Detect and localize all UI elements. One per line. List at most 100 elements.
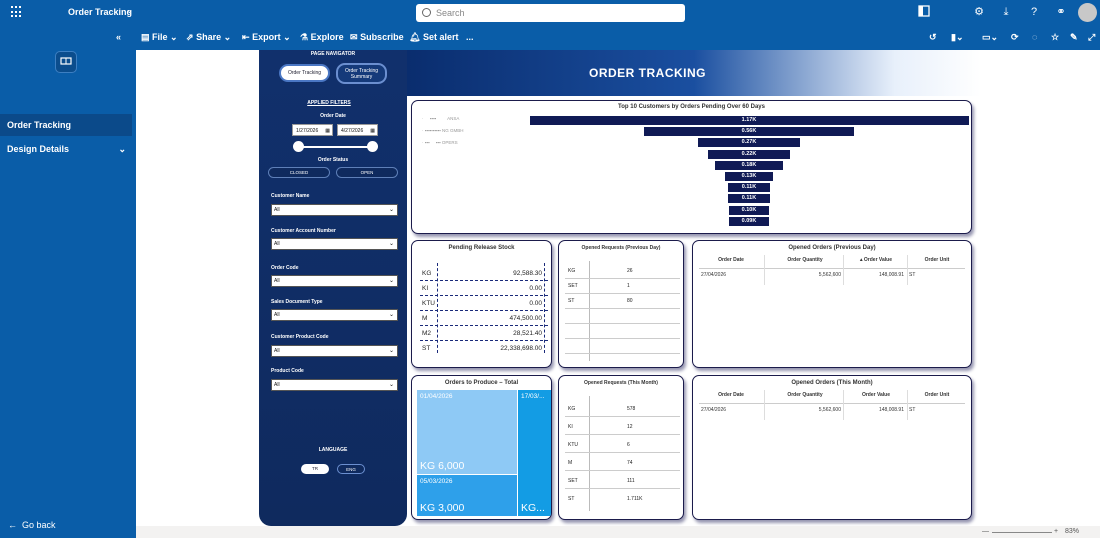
nav-order-tracking-button[interactable]: Order Tracking bbox=[279, 64, 330, 82]
date-slider-start-handle[interactable] bbox=[293, 141, 304, 152]
panel-icon[interactable] bbox=[917, 5, 931, 19]
card-title: Orders to Produce – Total bbox=[444, 380, 519, 386]
table-row bbox=[565, 339, 680, 354]
date-slider-end-handle[interactable] bbox=[367, 141, 378, 152]
funnel-bar[interactable]: 0.18K bbox=[715, 160, 783, 170]
divider bbox=[764, 390, 765, 420]
unit-cell: ST bbox=[568, 298, 575, 304]
funnel-bar[interactable]: 0.27K bbox=[698, 138, 800, 148]
funnel-bar[interactable]: 0.11K bbox=[728, 183, 770, 193]
opened-orders-month-card[interactable]: Opened Orders (This Month) Order Date Or… bbox=[692, 375, 972, 520]
help-icon[interactable]: ? bbox=[1027, 5, 1041, 19]
column-header[interactable]: Order Date bbox=[701, 392, 761, 398]
search-icon bbox=[422, 8, 431, 17]
table-row: SET 111 bbox=[565, 474, 680, 489]
column-header[interactable]: Order Unit bbox=[907, 257, 967, 263]
download-icon[interactable]: ⤓ bbox=[999, 5, 1013, 19]
table-row: KTU 6 bbox=[565, 438, 680, 453]
date-to-input[interactable]: 4/27/2026 ▦ bbox=[337, 124, 378, 136]
funnel-bar[interactable]: 1.17K bbox=[529, 116, 969, 125]
column-header[interactable]: Order Unit bbox=[907, 392, 967, 398]
opened-requests-prev-card[interactable]: Opened Requests (Previous Day) KG 26 SET 1… bbox=[558, 240, 684, 368]
bookmark-icon[interactable]: ▮⌄ bbox=[951, 32, 964, 43]
funnel-bar[interactable]: 0.13K bbox=[724, 172, 774, 181]
share-people-icon[interactable]: ⚭ bbox=[1054, 5, 1068, 19]
collapse-nav-icon[interactable]: « bbox=[116, 32, 121, 42]
refresh-icon[interactable]: ⟳ bbox=[1011, 32, 1019, 43]
cell-qty: 5,562,600 bbox=[818, 272, 841, 278]
funnel-bar[interactable]: 0.22K bbox=[707, 149, 791, 159]
value-cell: 474,500.00 bbox=[509, 315, 542, 322]
view-icon[interactable]: ▭⌄ bbox=[982, 32, 998, 43]
edit-icon[interactable]: ✎ bbox=[1070, 32, 1078, 43]
treemap-cell[interactable]: 17/03/... KG... bbox=[518, 390, 551, 516]
order-code-dropdown[interactable]: All ⌄ bbox=[271, 275, 398, 287]
value-cell: 12 bbox=[627, 424, 633, 430]
column-header[interactable]: Order Date bbox=[701, 257, 761, 263]
funnel-bar[interactable]: 0.10K bbox=[729, 205, 769, 215]
table-row: M2 28,521.40 bbox=[420, 327, 548, 341]
fullscreen-icon[interactable]: ⤢ bbox=[1088, 32, 1095, 43]
go-back-button[interactable]: ← Go back bbox=[8, 520, 56, 530]
funnel-bar[interactable]: 0.09K bbox=[729, 216, 769, 226]
export-menu[interactable]: ⇤ Export ⌄ bbox=[242, 32, 291, 43]
pending-release-stock-card[interactable]: Pending Release Stock KG 92,588.30 KI 0.00… bbox=[411, 240, 552, 368]
explore-button[interactable]: ⚗ Explore bbox=[300, 32, 344, 43]
slicer-label: Customer Name bbox=[271, 193, 310, 199]
value-cell: 26 bbox=[627, 268, 633, 274]
column-header[interactable]: ▴ Order Value bbox=[843, 257, 909, 263]
customer-name-dropdown[interactable]: All ⌄ bbox=[271, 204, 398, 216]
customer-product-code-dropdown[interactable]: All ⌄ bbox=[271, 345, 398, 357]
nav-item-design-details[interactable]: Design Details ⌄ bbox=[0, 138, 132, 160]
search-input[interactable]: Search bbox=[416, 4, 685, 22]
column-header[interactable]: Order Quantity bbox=[765, 257, 845, 263]
zoom-slider[interactable] bbox=[992, 532, 1052, 533]
opened-requests-month-card[interactable]: Opened Requests (This Month) KG 578 KI 12 … bbox=[558, 375, 684, 520]
orders-to-produce-card[interactable]: Orders to Produce – Total 01/04/2026 KG 6… bbox=[411, 375, 552, 520]
status-closed-button[interactable]: CLOSED bbox=[268, 167, 330, 178]
nav-order-tracking-summary-button[interactable]: Order Tracking Summary bbox=[336, 63, 387, 84]
product-code-dropdown[interactable]: All ⌄ bbox=[271, 379, 398, 391]
language-eng-button[interactable]: ENG bbox=[337, 464, 365, 474]
cell-date: 05/03/2026 bbox=[420, 478, 453, 485]
set-alert-button[interactable]: 🔔︎ Set alert bbox=[409, 32, 458, 43]
cell-value: KG... bbox=[521, 502, 545, 514]
chevron-down-icon: ⌄ bbox=[388, 207, 394, 213]
treemap-cell[interactable]: 05/03/2026 KG 3,000 bbox=[417, 475, 517, 516]
table-row: ST 1.711K bbox=[565, 492, 680, 507]
report-page: ORDER TRACKING PAGE NAVIGATOR Order Trac… bbox=[259, 50, 981, 526]
opened-orders-prev-card[interactable]: Opened Orders (Previous Day) Order Date … bbox=[692, 240, 972, 368]
more-options-button[interactable]: ... bbox=[466, 32, 474, 42]
date-from-input[interactable]: 1/27/2026 ▦ bbox=[292, 124, 333, 136]
sales-doc-type-dropdown[interactable]: All ⌄ bbox=[271, 309, 398, 321]
share-menu[interactable]: ⇗ Share ⌄ bbox=[186, 32, 231, 43]
status-open-button[interactable]: OPEN bbox=[336, 167, 398, 178]
app-launcher-icon[interactable] bbox=[11, 6, 23, 18]
funnel-bar[interactable]: 0.11K bbox=[728, 194, 770, 204]
app-title[interactable]: Order Tracking bbox=[68, 7, 132, 17]
funnel-bar[interactable]: 0.56K bbox=[643, 127, 855, 137]
avatar[interactable] bbox=[1078, 3, 1097, 22]
value-cell: 111 bbox=[627, 478, 635, 484]
column-header[interactable]: Order Quantity bbox=[765, 392, 845, 398]
slicer-label: Sales Document Type bbox=[271, 299, 323, 305]
zoom-out-icon[interactable]: — bbox=[982, 528, 989, 535]
zoom-in-icon[interactable]: + bbox=[1054, 528, 1058, 535]
applied-filters-label: APPLIED FILTERS bbox=[307, 100, 351, 106]
customer-account-dropdown[interactable]: All ⌄ bbox=[271, 238, 398, 250]
favorite-icon[interactable]: ☆ bbox=[1051, 32, 1059, 43]
gear-icon[interactable]: ⚙ bbox=[972, 5, 986, 19]
treemap-cell[interactable]: 01/04/2026 KG 6,000 bbox=[417, 390, 517, 474]
file-menu[interactable]: ▤ File ⌄ bbox=[141, 32, 178, 43]
subscribe-button[interactable]: ✉ Subscribe bbox=[350, 32, 404, 43]
cell-date: 17/03/... bbox=[521, 393, 545, 400]
comment-icon[interactable]: ◌ bbox=[1032, 32, 1037, 42]
column-header[interactable]: Order Value bbox=[843, 392, 909, 398]
date-slider-track[interactable] bbox=[299, 146, 373, 148]
top-customers-chart[interactable]: Top 10 Customers by Orders Pending Over … bbox=[411, 100, 972, 234]
chevron-down-icon[interactable]: ⌄ bbox=[126, 6, 133, 15]
cell-value: 148,008.91 bbox=[878, 272, 904, 278]
nav-item-order-tracking[interactable]: Order Tracking bbox=[0, 114, 132, 136]
language-tr-button[interactable]: TR bbox=[301, 464, 329, 474]
reset-icon[interactable]: ↺ bbox=[929, 32, 937, 43]
